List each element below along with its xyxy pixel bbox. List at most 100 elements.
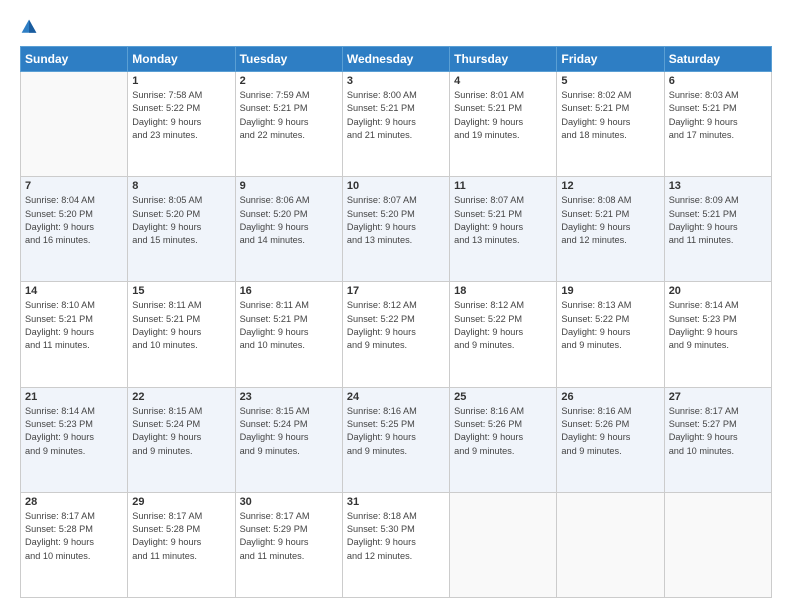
- day-number: 9: [240, 180, 338, 192]
- day-info: Sunrise: 8:00 AM Sunset: 5:21 PM Dayligh…: [347, 89, 445, 142]
- day-number: 8: [132, 180, 230, 192]
- day-cell: 25 Sunrise: 8:16 AM Sunset: 5:26 PM Dayli…: [450, 387, 557, 492]
- day-number: 3: [347, 75, 445, 87]
- day-cell: 9 Sunrise: 8:06 AM Sunset: 5:20 PM Daylig…: [235, 177, 342, 282]
- day-number: 30: [240, 496, 338, 508]
- weekday-header-sunday: Sunday: [21, 47, 128, 72]
- day-number: 7: [25, 180, 123, 192]
- day-info: Sunrise: 7:58 AM Sunset: 5:22 PM Dayligh…: [132, 89, 230, 142]
- weekday-header-friday: Friday: [557, 47, 664, 72]
- day-number: 21: [25, 391, 123, 403]
- calendar-header: SundayMondayTuesdayWednesdayThursdayFrid…: [21, 47, 772, 72]
- day-info: Sunrise: 8:04 AM Sunset: 5:20 PM Dayligh…: [25, 194, 123, 247]
- day-info: Sunrise: 8:03 AM Sunset: 5:21 PM Dayligh…: [669, 89, 767, 142]
- day-number: 25: [454, 391, 552, 403]
- day-cell: 14 Sunrise: 8:10 AM Sunset: 5:21 PM Dayli…: [21, 282, 128, 387]
- weekday-header-wednesday: Wednesday: [342, 47, 449, 72]
- day-cell: 19 Sunrise: 8:13 AM Sunset: 5:22 PM Dayli…: [557, 282, 664, 387]
- day-cell: 21 Sunrise: 8:14 AM Sunset: 5:23 PM Dayli…: [21, 387, 128, 492]
- weekday-header-monday: Monday: [128, 47, 235, 72]
- day-info: Sunrise: 8:15 AM Sunset: 5:24 PM Dayligh…: [132, 405, 230, 458]
- day-number: 13: [669, 180, 767, 192]
- day-info: Sunrise: 8:11 AM Sunset: 5:21 PM Dayligh…: [240, 299, 338, 352]
- day-info: Sunrise: 8:18 AM Sunset: 5:30 PM Dayligh…: [347, 510, 445, 563]
- day-info: Sunrise: 8:17 AM Sunset: 5:28 PM Dayligh…: [25, 510, 123, 563]
- day-number: 17: [347, 285, 445, 297]
- day-number: 20: [669, 285, 767, 297]
- day-number: 19: [561, 285, 659, 297]
- week-row-3: 21 Sunrise: 8:14 AM Sunset: 5:23 PM Dayli…: [21, 387, 772, 492]
- day-cell: 24Sunrise: 8:16 AM Sunset: 5:25 PM Dayli…: [342, 387, 449, 492]
- day-number: 5: [561, 75, 659, 87]
- day-number: 18: [454, 285, 552, 297]
- week-row-1: 7 Sunrise: 8:04 AM Sunset: 5:20 PM Daylig…: [21, 177, 772, 282]
- day-cell: 15Sunrise: 8:11 AM Sunset: 5:21 PM Dayli…: [128, 282, 235, 387]
- day-number: 6: [669, 75, 767, 87]
- day-number: 29: [132, 496, 230, 508]
- day-cell: 26Sunrise: 8:16 AM Sunset: 5:26 PM Dayli…: [557, 387, 664, 492]
- day-cell: 11 Sunrise: 8:07 AM Sunset: 5:21 PM Dayli…: [450, 177, 557, 282]
- day-cell: 28Sunrise: 8:17 AM Sunset: 5:28 PM Dayli…: [21, 492, 128, 597]
- day-info: Sunrise: 8:12 AM Sunset: 5:22 PM Dayligh…: [347, 299, 445, 352]
- day-info: Sunrise: 8:08 AM Sunset: 5:21 PM Dayligh…: [561, 194, 659, 247]
- day-cell: 7 Sunrise: 8:04 AM Sunset: 5:20 PM Daylig…: [21, 177, 128, 282]
- day-cell: 1 Sunrise: 7:58 AM Sunset: 5:22 PM Daylig…: [128, 72, 235, 177]
- day-info: Sunrise: 8:17 AM Sunset: 5:27 PM Dayligh…: [669, 405, 767, 458]
- day-cell: [664, 492, 771, 597]
- day-cell: 5 Sunrise: 8:02 AM Sunset: 5:21 PM Daylig…: [557, 72, 664, 177]
- week-row-2: 14 Sunrise: 8:10 AM Sunset: 5:21 PM Dayli…: [21, 282, 772, 387]
- day-number: 11: [454, 180, 552, 192]
- day-cell: 18Sunrise: 8:12 AM Sunset: 5:22 PM Dayli…: [450, 282, 557, 387]
- day-number: 23: [240, 391, 338, 403]
- day-info: Sunrise: 8:02 AM Sunset: 5:21 PM Dayligh…: [561, 89, 659, 142]
- day-cell: 13 Sunrise: 8:09 AM Sunset: 5:21 PM Dayli…: [664, 177, 771, 282]
- calendar-table: SundayMondayTuesdayWednesdayThursdayFrid…: [20, 46, 772, 598]
- logo-icon: [20, 18, 38, 36]
- week-row-0: 1 Sunrise: 7:58 AM Sunset: 5:22 PM Daylig…: [21, 72, 772, 177]
- weekday-header-thursday: Thursday: [450, 47, 557, 72]
- day-cell: 20 Sunrise: 8:14 AM Sunset: 5:23 PM Dayli…: [664, 282, 771, 387]
- day-info: Sunrise: 8:07 AM Sunset: 5:21 PM Dayligh…: [454, 194, 552, 247]
- day-cell: 6 Sunrise: 8:03 AM Sunset: 5:21 PM Daylig…: [664, 72, 771, 177]
- day-cell: 31 Sunrise: 8:18 AM Sunset: 5:30 PM Dayli…: [342, 492, 449, 597]
- weekday-header-tuesday: Tuesday: [235, 47, 342, 72]
- day-info: Sunrise: 8:11 AM Sunset: 5:21 PM Dayligh…: [132, 299, 230, 352]
- day-info: Sunrise: 8:16 AM Sunset: 5:26 PM Dayligh…: [454, 405, 552, 458]
- day-number: 27: [669, 391, 767, 403]
- day-info: Sunrise: 8:09 AM Sunset: 5:21 PM Dayligh…: [669, 194, 767, 247]
- day-info: Sunrise: 8:15 AM Sunset: 5:24 PM Dayligh…: [240, 405, 338, 458]
- day-cell: 22 Sunrise: 8:15 AM Sunset: 5:24 PM Dayli…: [128, 387, 235, 492]
- day-info: Sunrise: 8:13 AM Sunset: 5:22 PM Dayligh…: [561, 299, 659, 352]
- day-cell: [450, 492, 557, 597]
- week-row-4: 28Sunrise: 8:17 AM Sunset: 5:28 PM Dayli…: [21, 492, 772, 597]
- day-info: Sunrise: 7:59 AM Sunset: 5:21 PM Dayligh…: [240, 89, 338, 142]
- day-info: Sunrise: 8:10 AM Sunset: 5:21 PM Dayligh…: [25, 299, 123, 352]
- day-info: Sunrise: 8:01 AM Sunset: 5:21 PM Dayligh…: [454, 89, 552, 142]
- day-number: 4: [454, 75, 552, 87]
- day-number: 12: [561, 180, 659, 192]
- day-info: Sunrise: 8:14 AM Sunset: 5:23 PM Dayligh…: [669, 299, 767, 352]
- day-number: 10: [347, 180, 445, 192]
- day-cell: 4 Sunrise: 8:01 AM Sunset: 5:21 PM Daylig…: [450, 72, 557, 177]
- weekday-header-row: SundayMondayTuesdayWednesdayThursdayFrid…: [21, 47, 772, 72]
- day-cell: 12 Sunrise: 8:08 AM Sunset: 5:21 PM Dayli…: [557, 177, 664, 282]
- day-info: Sunrise: 8:17 AM Sunset: 5:28 PM Dayligh…: [132, 510, 230, 563]
- day-number: 1: [132, 75, 230, 87]
- day-info: Sunrise: 8:17 AM Sunset: 5:29 PM Dayligh…: [240, 510, 338, 563]
- day-cell: 27 Sunrise: 8:17 AM Sunset: 5:27 PM Dayli…: [664, 387, 771, 492]
- day-cell: 30 Sunrise: 8:17 AM Sunset: 5:29 PM Dayli…: [235, 492, 342, 597]
- day-cell: [557, 492, 664, 597]
- day-cell: 10Sunrise: 8:07 AM Sunset: 5:20 PM Dayli…: [342, 177, 449, 282]
- day-info: Sunrise: 8:06 AM Sunset: 5:20 PM Dayligh…: [240, 194, 338, 247]
- day-number: 31: [347, 496, 445, 508]
- calendar-body: 1 Sunrise: 7:58 AM Sunset: 5:22 PM Daylig…: [21, 72, 772, 598]
- day-number: 22: [132, 391, 230, 403]
- day-info: Sunrise: 8:14 AM Sunset: 5:23 PM Dayligh…: [25, 405, 123, 458]
- day-cell: 17 Sunrise: 8:12 AM Sunset: 5:22 PM Dayli…: [342, 282, 449, 387]
- day-cell: 2Sunrise: 7:59 AM Sunset: 5:21 PM Daylig…: [235, 72, 342, 177]
- day-cell: 3 Sunrise: 8:00 AM Sunset: 5:21 PM Daylig…: [342, 72, 449, 177]
- day-cell: 29 Sunrise: 8:17 AM Sunset: 5:28 PM Dayli…: [128, 492, 235, 597]
- day-number: 14: [25, 285, 123, 297]
- day-info: Sunrise: 8:05 AM Sunset: 5:20 PM Dayligh…: [132, 194, 230, 247]
- logo: [20, 18, 42, 36]
